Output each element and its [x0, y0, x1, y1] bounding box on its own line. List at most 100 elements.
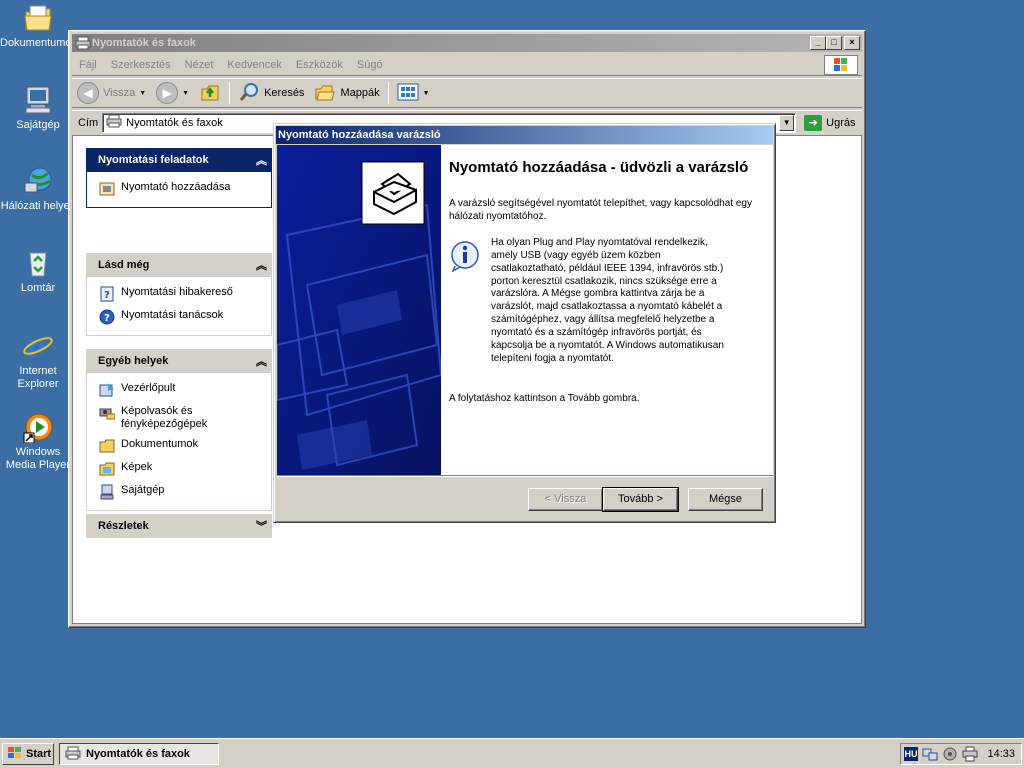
collapse-icon[interactable]: ︽ [256, 353, 267, 369]
desktop-icon-label: Sajátgép [16, 119, 60, 131]
back-arrow-icon: ◀ [77, 82, 99, 104]
wizard-continue-text: A folytatáshoz kattintson a Tovább gombr… [449, 392, 640, 404]
troubleshooter-label: Nyomtatási hibakereső [121, 286, 233, 298]
printer-tray-icon[interactable] [962, 746, 978, 762]
add-printer-wizard-dialog[interactable]: Nyomtató hozzáadása varázsló Nyomtató ho… [273, 123, 776, 523]
taskbar-item-label: Nyomtatók és faxok [86, 748, 190, 760]
network-tray-icon[interactable] [922, 746, 938, 762]
windows-logo-icon [824, 55, 858, 75]
minimize-button[interactable]: _ [810, 36, 826, 50]
details-pane: Részletek ︾ [86, 514, 272, 538]
next-button[interactable]: Tovább > [602, 487, 679, 512]
standard-toolbar: ◀ Vissza ▼ ▶ ▼ Keresés Mappák ▼ [72, 78, 862, 108]
documents-link[interactable]: Dokumentumok [99, 435, 271, 458]
desktop-icon-recycle-bin[interactable]: Lomtár [0, 247, 76, 295]
folders-button[interactable]: Mappák [309, 80, 384, 106]
troubleshooter-link[interactable]: ? Nyomtatási hibakereső [99, 283, 271, 306]
menu-favorites[interactable]: Kedvencek [220, 59, 288, 71]
svg-text:?: ? [104, 290, 110, 301]
views-icon [397, 83, 419, 104]
collapse-icon[interactable]: ︽ [256, 152, 267, 168]
start-button[interactable]: Start [2, 743, 54, 765]
printing-tips-label: Nyomtatási tanácsok [121, 309, 224, 321]
other-places-pane: Egyéb helyek ︽ Vezérlőpult Képolvasók és… [86, 349, 272, 511]
taskbar: Start Nyomtatók és faxok HU 14:33 [0, 738, 1024, 768]
go-button[interactable]: ➔ Ugrás [800, 114, 859, 131]
printer-tasks-title: Nyomtatási feladatok [98, 154, 209, 166]
printer-tasks-pane: Nyomtatási feladatok ︽ Nyomtató hozzáadá… [86, 148, 272, 208]
add-printer-link[interactable]: Nyomtató hozzáadása [99, 178, 271, 201]
see-also-body: ? Nyomtatási hibakereső ? Nyomtatási tan… [86, 277, 272, 336]
back-button[interactable]: ◀ Vissza ▼ [72, 80, 151, 106]
menu-help[interactable]: Súgó [350, 59, 390, 71]
desktop-icon-my-documents[interactable]: Dokumentumok [0, 2, 76, 50]
scanners-cameras-label: Képolvasók és fényképezőgépek [121, 405, 208, 430]
desktop-icon-my-computer[interactable]: Sajátgép [0, 84, 76, 132]
expand-icon[interactable]: ︾ [256, 518, 267, 534]
volume-tray-icon[interactable] [942, 746, 958, 762]
collapse-icon[interactable]: ︽ [256, 257, 267, 273]
toolbar-separator [229, 82, 231, 104]
desktop-icon-network-places[interactable]: Hálózati helyek [0, 165, 76, 213]
printer-tasks-body: Nyomtató hozzáadása [86, 172, 272, 208]
svg-text:?: ? [104, 313, 110, 324]
forward-button[interactable]: ▶ ▼ [151, 80, 194, 106]
desktop-icon-label: Internet Explorer [17, 365, 59, 390]
my-computer-icon [99, 484, 115, 500]
folder-icon [99, 438, 115, 454]
my-computer-icon [22, 84, 54, 116]
printer-tasks-header[interactable]: Nyomtatási feladatok ︽ [86, 148, 272, 172]
menu-edit[interactable]: Szerkesztés [104, 59, 178, 71]
go-label: Ugrás [826, 116, 856, 129]
address-dropdown-button[interactable]: ▼ [779, 114, 795, 131]
menu-file[interactable]: Fájl [72, 59, 104, 71]
wizard-heading: Nyomtató hozzáadása - üdvözli a varázsló [449, 159, 749, 176]
desktop-icon-label: Hálózati helyek [0, 200, 76, 212]
maximize-button[interactable]: □ [826, 36, 842, 50]
printer-folder-icon [65, 745, 81, 764]
info-icon [449, 240, 481, 366]
search-button[interactable]: Keresés [233, 80, 309, 106]
system-tray: HU 14:33 [900, 743, 1022, 765]
printer-folder-icon [106, 113, 122, 132]
folder-up-icon [199, 81, 221, 106]
desktop-icon-internet-explorer[interactable]: e Internet Explorer [0, 330, 76, 391]
back-button[interactable]: < Vissza [528, 488, 603, 511]
my-computer-link[interactable]: Sajátgép [99, 481, 271, 504]
details-header[interactable]: Részletek ︾ [86, 514, 272, 538]
add-printer-label: Nyomtató hozzáadása [121, 181, 231, 193]
folders-label: Mappák [340, 87, 380, 99]
back-label: Vissza [103, 87, 136, 99]
wizard-info-text: Ha olyan Plug and Play nyomtatóval rende… [491, 236, 724, 364]
my-computer-label: Sajátgép [121, 484, 165, 496]
windows-flag-icon [7, 746, 23, 763]
chevron-down-icon: ▼ [182, 89, 190, 97]
dialog-body: Nyomtató hozzáadása - üdvözli a varázsló… [277, 145, 773, 475]
wizard-info-block: Ha olyan Plug and Play nyomtatóval rende… [449, 236, 759, 366]
menu-tools[interactable]: Eszközök [289, 59, 350, 71]
printing-tips-link[interactable]: ? Nyomtatási tanácsok [99, 306, 271, 329]
dialog-titlebar[interactable]: Nyomtató hozzáadása varázsló [276, 126, 773, 144]
up-button[interactable] [194, 80, 226, 106]
chevron-down-icon: ▼ [139, 89, 147, 97]
wizard-text-area: Nyomtató hozzáadása - üdvözli a varázsló… [449, 145, 759, 406]
window-titlebar[interactable]: Nyomtatók és faxok _ □ × [72, 34, 862, 52]
desktop-icon-media-player[interactable]: Windows Media Player [0, 411, 76, 472]
close-button[interactable]: × [844, 36, 860, 50]
other-places-header[interactable]: Egyéb helyek ︽ [86, 349, 272, 373]
clock[interactable]: 14:33 [987, 748, 1015, 760]
menu-view[interactable]: Nézet [178, 59, 221, 71]
printer-folder-icon [75, 35, 91, 51]
scanners-cameras-link[interactable]: Képolvasók és fényképezőgépek [99, 402, 271, 435]
views-button[interactable]: ▼ [392, 80, 435, 106]
control-panel-link[interactable]: Vezérlőpult [99, 379, 271, 402]
details-title: Részletek [98, 520, 149, 532]
cancel-button[interactable]: Mégse [688, 488, 763, 511]
pictures-link[interactable]: Képek [99, 458, 271, 481]
language-indicator[interactable]: HU [904, 747, 918, 761]
see-also-header[interactable]: Lásd még ︽ [86, 253, 272, 277]
recycle-bin-icon [22, 247, 54, 279]
forward-arrow-icon: ▶ [156, 82, 179, 104]
see-also-pane: Lásd még ︽ ? Nyomtatási hibakereső ? Nyo… [86, 253, 272, 336]
taskbar-item-printers[interactable]: Nyomtatók és faxok [59, 743, 219, 765]
